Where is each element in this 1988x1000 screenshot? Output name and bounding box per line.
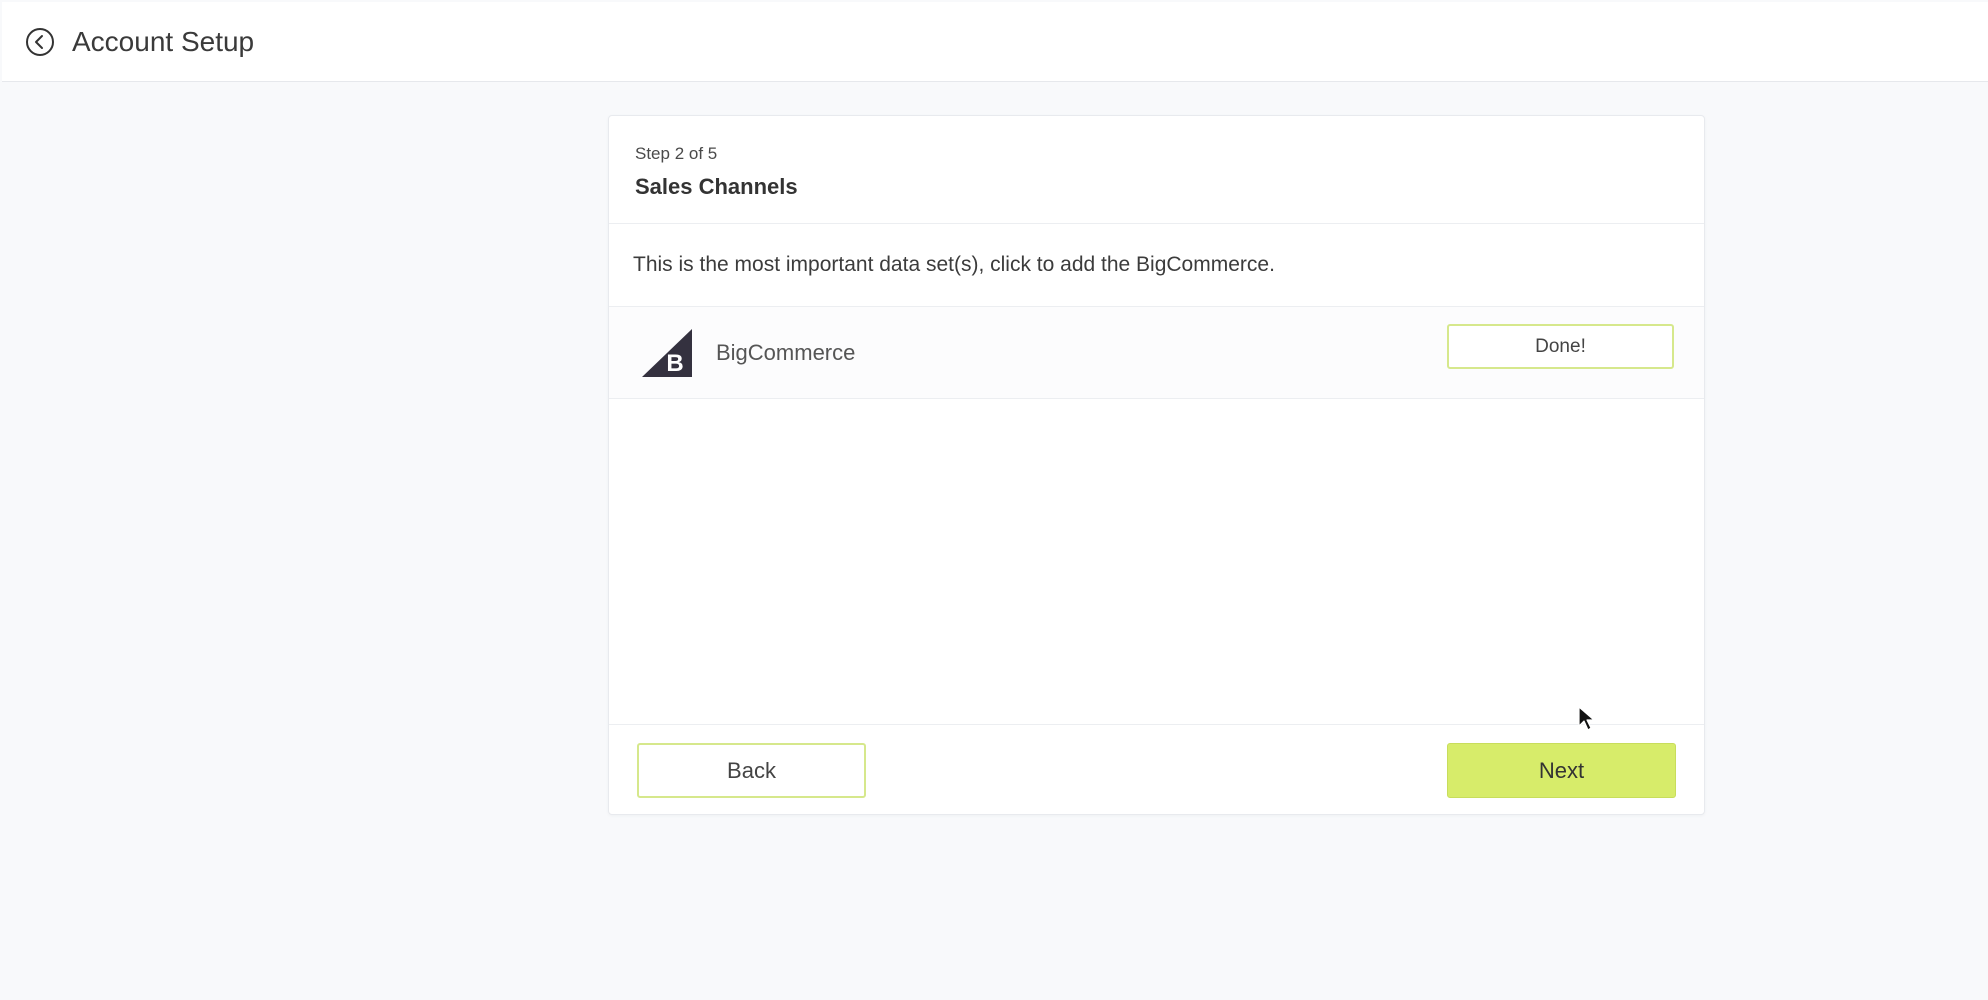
channel-row-bigcommerce[interactable]: B BigCommerce Done! (609, 306, 1704, 399)
next-button[interactable]: Next (1447, 743, 1676, 798)
back-button[interactable]: Back (637, 743, 866, 798)
step-indicator: Step 2 of 5 (635, 144, 718, 163)
back-arrow-icon[interactable] (24, 26, 56, 58)
page-title: Account Setup (72, 25, 255, 57)
wizard-footer: Back Next (609, 724, 1704, 815)
section-title: Sales Channels (635, 174, 798, 199)
intro-text: This is the most important data set(s), … (633, 253, 1275, 276)
svg-text:B: B (666, 350, 683, 377)
top-bar: Account Setup (2, 2, 1988, 82)
wizard-card: Step 2 of 5 Sales Channels This is the m… (608, 115, 1705, 815)
mouse-cursor-icon (1578, 706, 1596, 732)
done-button[interactable]: Done! (1447, 324, 1674, 369)
bigcommerce-logo-icon: B (642, 328, 692, 377)
channel-name: BigCommerce (716, 339, 856, 365)
wizard-header: Step 2 of 5 Sales Channels (609, 116, 1704, 224)
